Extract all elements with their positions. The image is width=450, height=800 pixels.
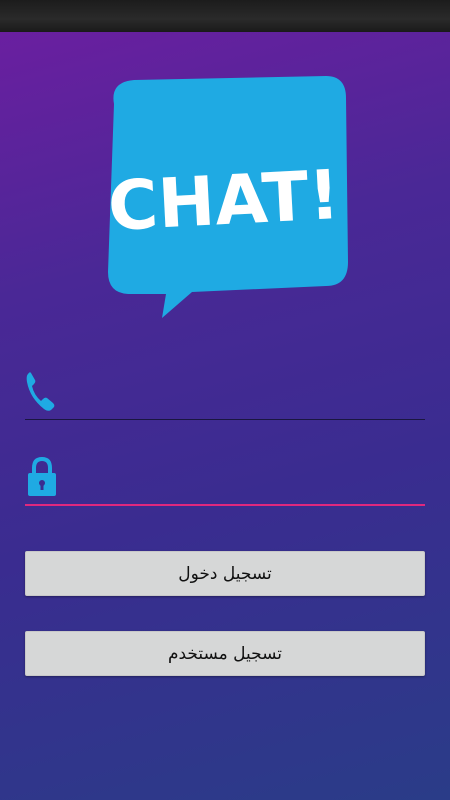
password-input[interactable]: [65, 468, 424, 500]
chat-bubble-icon: CHAT!: [106, 76, 348, 318]
logo-text: CHAT!: [106, 156, 341, 247]
phone-underline: [25, 419, 425, 420]
lock-icon: [25, 456, 59, 502]
register-button-label: تسجيل مستخدم: [167, 643, 283, 664]
login-button[interactable]: تسجيل دخول: [25, 551, 425, 596]
chat-logo: CHAT!: [100, 74, 354, 324]
password-underline: [25, 504, 425, 506]
phone-field[interactable]: [25, 370, 425, 420]
status-bar: [0, 0, 450, 32]
register-button[interactable]: تسجيل مستخدم: [25, 631, 425, 676]
login-button-label: تسجيل دخول: [178, 563, 272, 584]
password-field[interactable]: [25, 456, 425, 506]
phone-input[interactable]: [65, 382, 424, 414]
phone-icon: [25, 370, 55, 416]
